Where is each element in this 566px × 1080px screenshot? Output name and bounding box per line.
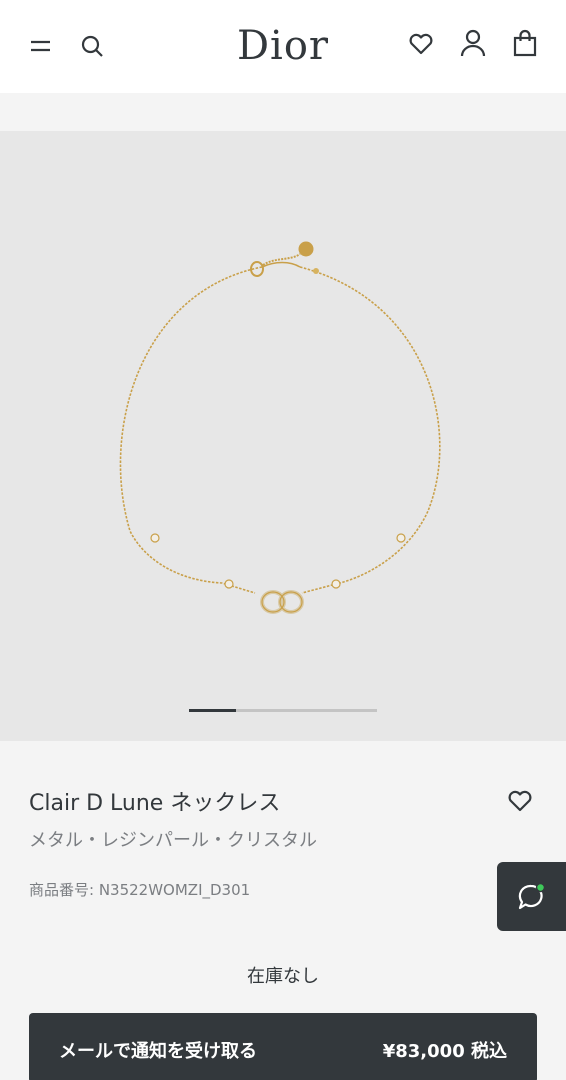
notify-button-label: メールで通知を受け取る	[59, 1041, 257, 1062]
heart-icon	[508, 790, 532, 812]
product-sku: 商品番号: N3522WOMZI_D301	[29, 881, 251, 899]
product-info: Clair D Lune ネックレス メタル・レジンパール・クリスタル 商品番号…	[0, 741, 566, 1080]
stock-status: 在庫なし	[247, 966, 319, 987]
wishlist-button[interactable]	[407, 30, 435, 58]
product-image	[119, 241, 441, 614]
product-title: Clair D Lune ネックレス	[29, 791, 281, 816]
heart-icon	[409, 33, 433, 55]
user-icon	[460, 29, 486, 57]
carousel-pager[interactable]	[189, 709, 377, 712]
chat-button[interactable]	[497, 862, 566, 931]
menu-button[interactable]	[28, 33, 54, 59]
product-price: ¥83,000 税込	[382, 1041, 507, 1062]
header-spacer	[0, 93, 566, 131]
site-header: Dior	[0, 0, 566, 93]
search-button[interactable]	[79, 33, 105, 59]
search-icon	[81, 35, 103, 57]
bag-button[interactable]	[511, 28, 539, 58]
bag-icon	[513, 29, 537, 57]
product-image-carousel[interactable]	[0, 131, 566, 741]
brand-logo[interactable]: Dior	[233, 22, 333, 70]
product-wishlist-button[interactable]	[506, 787, 534, 815]
carousel-pager-active	[189, 709, 236, 712]
chat-icon	[518, 882, 546, 910]
account-button[interactable]	[459, 28, 487, 58]
product-materials: メタル・レジンパール・クリスタル	[29, 830, 317, 851]
menu-icon	[31, 40, 50, 52]
notify-by-email-button[interactable]: メールで通知を受け取る ¥83,000 税込	[29, 1013, 537, 1080]
